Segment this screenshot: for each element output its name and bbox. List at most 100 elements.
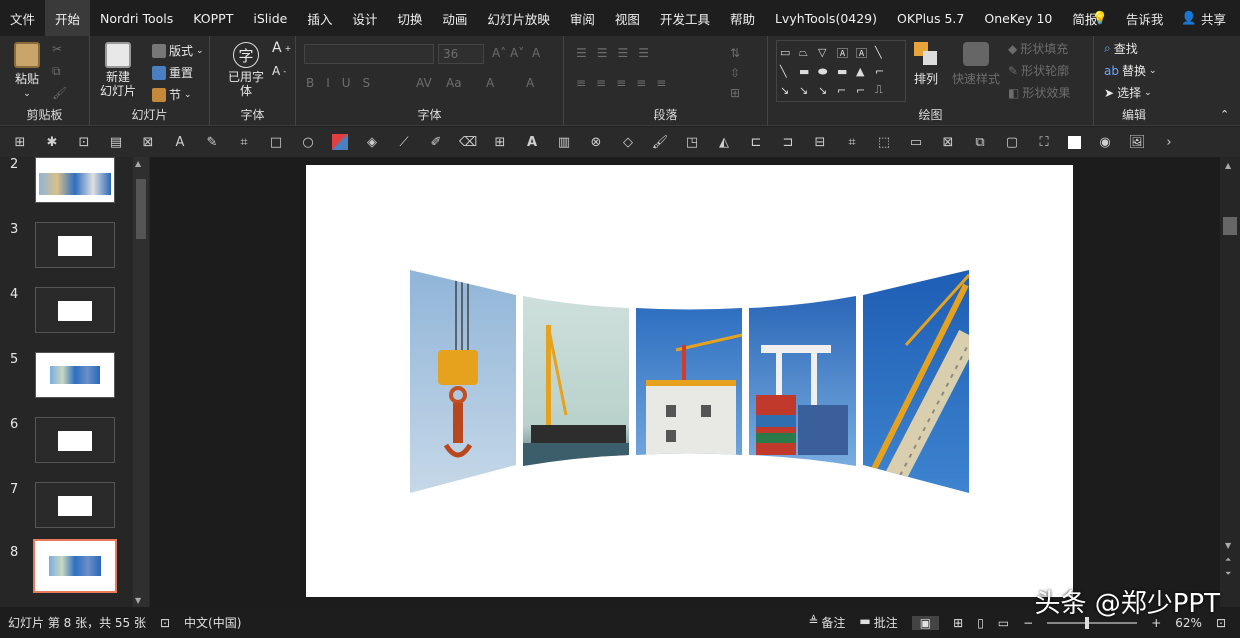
shape-line2-icon[interactable]: ╲ bbox=[780, 65, 796, 78]
close-box-icon[interactable]: ⊠ bbox=[140, 134, 156, 150]
reading-view-icon[interactable]: ▯ bbox=[977, 616, 984, 630]
shapes-gallery[interactable]: ▭ ⏢ ▽ 🄰 🄰 ╲ ╲ ▬ ⬬ ▬ ▲ ⌐ ↘ ↘ ↘ ⌐ ⌐ ⎍ bbox=[776, 40, 906, 102]
font-name-input[interactable] bbox=[304, 44, 434, 64]
link-icon[interactable]: ⊗ bbox=[588, 134, 604, 150]
shape-fill-button[interactable]: ◆ 形状填充 bbox=[1008, 40, 1068, 57]
share-button[interactable]: 👤 共享 bbox=[1181, 9, 1226, 28]
slideshow-icon[interactable]: ▭ bbox=[998, 616, 1009, 630]
scroll-up-icon[interactable]: ▲ bbox=[135, 159, 141, 168]
eyedropper-icon[interactable]: ⟋ bbox=[396, 134, 412, 150]
new-slide-button[interactable]: 新建 幻灯片 bbox=[100, 42, 136, 98]
slide-thumbnail[interactable]: 2 bbox=[0, 157, 134, 217]
thumbnail-scrollbar[interactable]: ▲ ▼ bbox=[133, 157, 149, 607]
picture-icon[interactable]: 🖼 bbox=[1129, 134, 1146, 150]
circle-icon[interactable]: ○ bbox=[300, 134, 316, 150]
toolbar-icon-3[interactable]: ⊡ bbox=[76, 134, 92, 150]
slide-thumbnail[interactable]: 6 bbox=[0, 417, 134, 477]
format-painter-icon[interactable]: 🖌 bbox=[52, 86, 67, 100]
thumbnail-preview[interactable] bbox=[35, 482, 115, 528]
shape-edit-icon[interactable]: ◇ bbox=[620, 134, 636, 150]
select-button[interactable]: ➤ 选择 ⌄ bbox=[1104, 84, 1152, 101]
grow-font-icon[interactable]: A + bbox=[272, 40, 291, 56]
shape-rect-icon[interactable]: ▭ bbox=[780, 46, 796, 59]
scroll-down-icon[interactable]: ▼ bbox=[1225, 541, 1231, 550]
font-a-icon[interactable]: A bbox=[172, 134, 188, 150]
x-box-icon[interactable]: ⊠ bbox=[940, 134, 956, 150]
font-color-icon[interactable]: A bbox=[526, 76, 534, 90]
thumbnail-preview[interactable] bbox=[35, 417, 115, 463]
tab-6[interactable]: 设计 bbox=[342, 0, 387, 36]
tab-13[interactable]: 帮助 bbox=[720, 0, 765, 36]
thumbnail-preview[interactable] bbox=[35, 287, 115, 333]
slide-thumbnail[interactable]: 7 bbox=[0, 482, 134, 542]
thumbnail-preview[interactable] bbox=[35, 157, 115, 203]
toolbar-icon-2[interactable]: ✱ bbox=[44, 134, 60, 150]
table-icon[interactable]: ⊞ bbox=[492, 134, 508, 150]
rect-outline-icon[interactable]: □ bbox=[268, 134, 284, 150]
slide-scrollbar[interactable]: ▲ ▼ ⏶ ⏷ bbox=[1220, 157, 1240, 607]
shape-elbow2-icon[interactable]: ⌐ bbox=[856, 84, 872, 97]
font-size-input[interactable]: 36 bbox=[438, 44, 484, 64]
normal-view-icon[interactable]: ▣ bbox=[911, 615, 940, 630]
tab-11[interactable]: 视图 bbox=[605, 0, 650, 36]
shrink-font-icon[interactable]: A- bbox=[272, 64, 286, 78]
eye-icon[interactable]: ◉ bbox=[1097, 134, 1113, 150]
shape-rect3-icon[interactable]: ▬ bbox=[837, 65, 853, 78]
thumbnail-preview[interactable] bbox=[35, 352, 115, 398]
prev-slide-icon[interactable]: ⏶ bbox=[1225, 555, 1231, 565]
pen-tool-icon[interactable]: ✎ bbox=[204, 134, 220, 150]
fill-icon[interactable]: ◈ bbox=[364, 134, 380, 150]
scroll-up-icon[interactable]: ▲ bbox=[1225, 161, 1231, 170]
arrange-button[interactable]: 排列 bbox=[914, 42, 938, 87]
scroll-thumb[interactable] bbox=[136, 179, 146, 239]
section-button[interactable]: 节 ⌄ bbox=[152, 86, 192, 103]
shape-line-icon[interactable]: ╲ bbox=[875, 46, 891, 59]
shape-elbow-icon[interactable]: ⌐ bbox=[837, 84, 853, 97]
scroll-thumb[interactable] bbox=[1223, 217, 1237, 235]
accessibility-icon[interactable]: ⊡ bbox=[160, 616, 170, 630]
photo-container-port[interactable] bbox=[746, 293, 859, 469]
shape-arrow2-icon[interactable]: ↘ bbox=[799, 84, 815, 97]
group-icon[interactable]: ⊟ bbox=[812, 134, 828, 150]
find-button[interactable]: ⌕ 查找 bbox=[1104, 40, 1138, 57]
photo-tower-crane[interactable] bbox=[861, 265, 973, 500]
expand-icon[interactable]: ⛶ bbox=[1036, 134, 1052, 150]
slide-thumbnail[interactable]: 5 bbox=[0, 352, 134, 412]
smartart-icon[interactable]: ⊞ bbox=[730, 86, 740, 100]
scroll-down-icon[interactable]: ▼ bbox=[135, 596, 141, 605]
pencil-icon[interactable]: ✐ bbox=[428, 134, 444, 150]
brush-icon[interactable]: 🖌 bbox=[652, 134, 669, 150]
lightbulb-icon[interactable]: 💡 bbox=[1092, 10, 1108, 26]
slide-thumbnail[interactable]: 3 bbox=[0, 222, 134, 282]
tab-5[interactable]: 插入 bbox=[297, 0, 342, 36]
zoom-out-icon[interactable]: − bbox=[1023, 616, 1033, 630]
shape-arrow-icon[interactable]: ↘ bbox=[780, 84, 796, 97]
tab-8[interactable]: 动画 bbox=[432, 0, 477, 36]
tab-3[interactable]: KOPPT bbox=[183, 0, 243, 36]
image-flip-icon[interactable]: ◭ bbox=[716, 134, 732, 150]
notes-button[interactable]: ≜ 备注 bbox=[808, 614, 845, 631]
case-icon[interactable]: Aa bbox=[446, 76, 462, 90]
color-swatch-icon[interactable] bbox=[332, 134, 348, 150]
used-font-button[interactable]: 字 已用字 体 bbox=[228, 42, 264, 98]
shape-outline-button[interactable]: ✎ 形状轮廓 bbox=[1008, 62, 1069, 79]
shape-oval-icon[interactable]: ⬬ bbox=[818, 65, 834, 79]
collapse-ribbon-icon[interactable]: ⌃ bbox=[1220, 108, 1229, 121]
spacing-icon[interactable]: AV bbox=[416, 76, 432, 90]
more-icon[interactable]: › bbox=[1161, 134, 1177, 150]
photo-crane-hook[interactable] bbox=[406, 265, 521, 500]
tab-12[interactable]: 开发工具 bbox=[650, 0, 720, 36]
tab-7[interactable]: 切换 bbox=[387, 0, 432, 36]
shape-a-icon[interactable]: 🄰 bbox=[837, 45, 853, 61]
frame-icon[interactable]: ▢ bbox=[1004, 134, 1020, 150]
shape-tri-icon[interactable]: ▽ bbox=[818, 46, 834, 59]
align-icons[interactable]: ≡≡≡≡≡ bbox=[576, 76, 676, 90]
copy-icon[interactable]: ⧉ bbox=[52, 64, 61, 79]
text-style-icons[interactable]: BIUS bbox=[306, 76, 382, 90]
replace-image-icon[interactable]: ⧉ bbox=[972, 134, 988, 150]
font-grow-icon[interactable]: A˄ A˅ bbox=[492, 46, 524, 60]
shape-a2-icon[interactable]: 🄰 bbox=[856, 45, 872, 61]
window-icon[interactable]: ▭ bbox=[908, 134, 924, 150]
text-a-icon[interactable]: A bbox=[524, 134, 540, 150]
next-slide-icon[interactable]: ⏷ bbox=[1225, 569, 1231, 579]
